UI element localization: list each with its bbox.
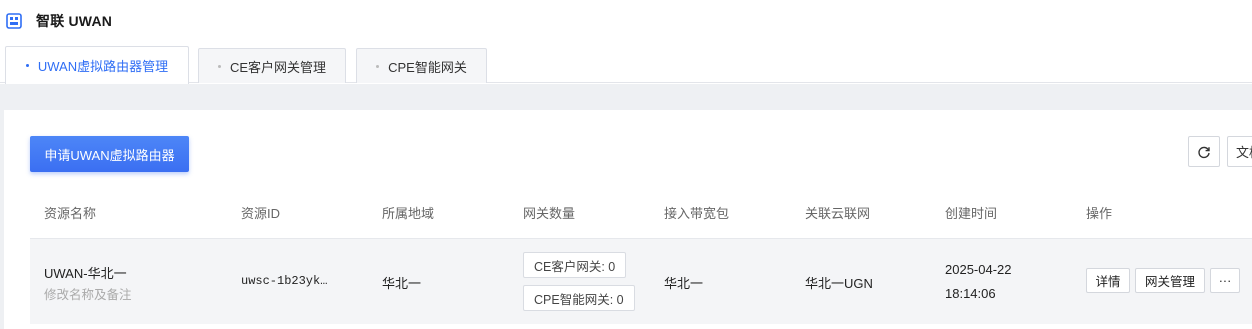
created-date: 2025-04-22: [945, 262, 1012, 277]
region: 华北一: [382, 276, 422, 291]
tab-dot-icon: [217, 64, 221, 68]
detail-button[interactable]: 详情: [1086, 268, 1130, 293]
tab-label: CPE智能网关: [388, 59, 467, 75]
content-divider: [0, 84, 1252, 110]
col-header-name: 资源名称: [44, 206, 97, 221]
create-uwan-router-button[interactable]: 申请UWAN虚拟路由器: [30, 136, 189, 172]
edit-name-link[interactable]: 修改名称及备注: [44, 284, 132, 303]
more-actions-button[interactable]: ···: [1210, 268, 1240, 293]
col-header-cloud-net: 关联云联网: [805, 206, 871, 221]
app-header: 智联 UWAN: [0, 0, 1252, 42]
col-header-gateway-count: 网关数量: [523, 206, 576, 221]
refresh-button[interactable]: [1188, 136, 1220, 167]
cpe-gateway-count[interactable]: CPE智能网关: 0: [523, 285, 635, 311]
resource-name: UWAN-华北一: [44, 266, 127, 281]
col-header-actions: 操作: [1086, 206, 1113, 221]
col-header-id: 资源ID: [241, 206, 281, 221]
created-time: 18:14:06: [945, 286, 996, 301]
gateway-manage-button[interactable]: 网关管理: [1135, 268, 1205, 293]
network-grid-icon: [6, 13, 22, 29]
ce-gateway-count[interactable]: CE客户网关: 0: [523, 252, 627, 278]
bandwidth-package: 华北一: [664, 276, 704, 291]
col-header-region: 所属地域: [382, 206, 435, 221]
tab-uwan-router[interactable]: UWAN虚拟路由器管理: [5, 46, 189, 84]
tab-dot-icon: [25, 64, 29, 67]
col-header-created: 创建时间: [945, 206, 998, 221]
tab-label: CE客户网关管理: [229, 59, 327, 75]
app-title: 智联 UWAN: [36, 13, 113, 29]
tab-label: UWAN虚拟路由器管理: [37, 59, 169, 74]
col-header-bandwidth: 接入带宽包: [664, 206, 730, 221]
tab-cpe-gateway[interactable]: CPE智能网关: [356, 48, 487, 83]
tab-ce-gateway[interactable]: CE客户网关管理: [198, 48, 346, 83]
refresh-icon: [1198, 146, 1210, 158]
table-row: [30, 238, 1252, 324]
doc-button[interactable]: 文档: [1227, 136, 1252, 167]
tab-bar: UWAN虚拟路由器管理 CE客户网关管理 CPE智能网关: [0, 46, 1252, 84]
tab-dot-icon: [376, 64, 380, 68]
resource-id: uwsc-1b23yk…: [241, 274, 328, 288]
cloud-network: 华北一UGN: [805, 276, 873, 291]
